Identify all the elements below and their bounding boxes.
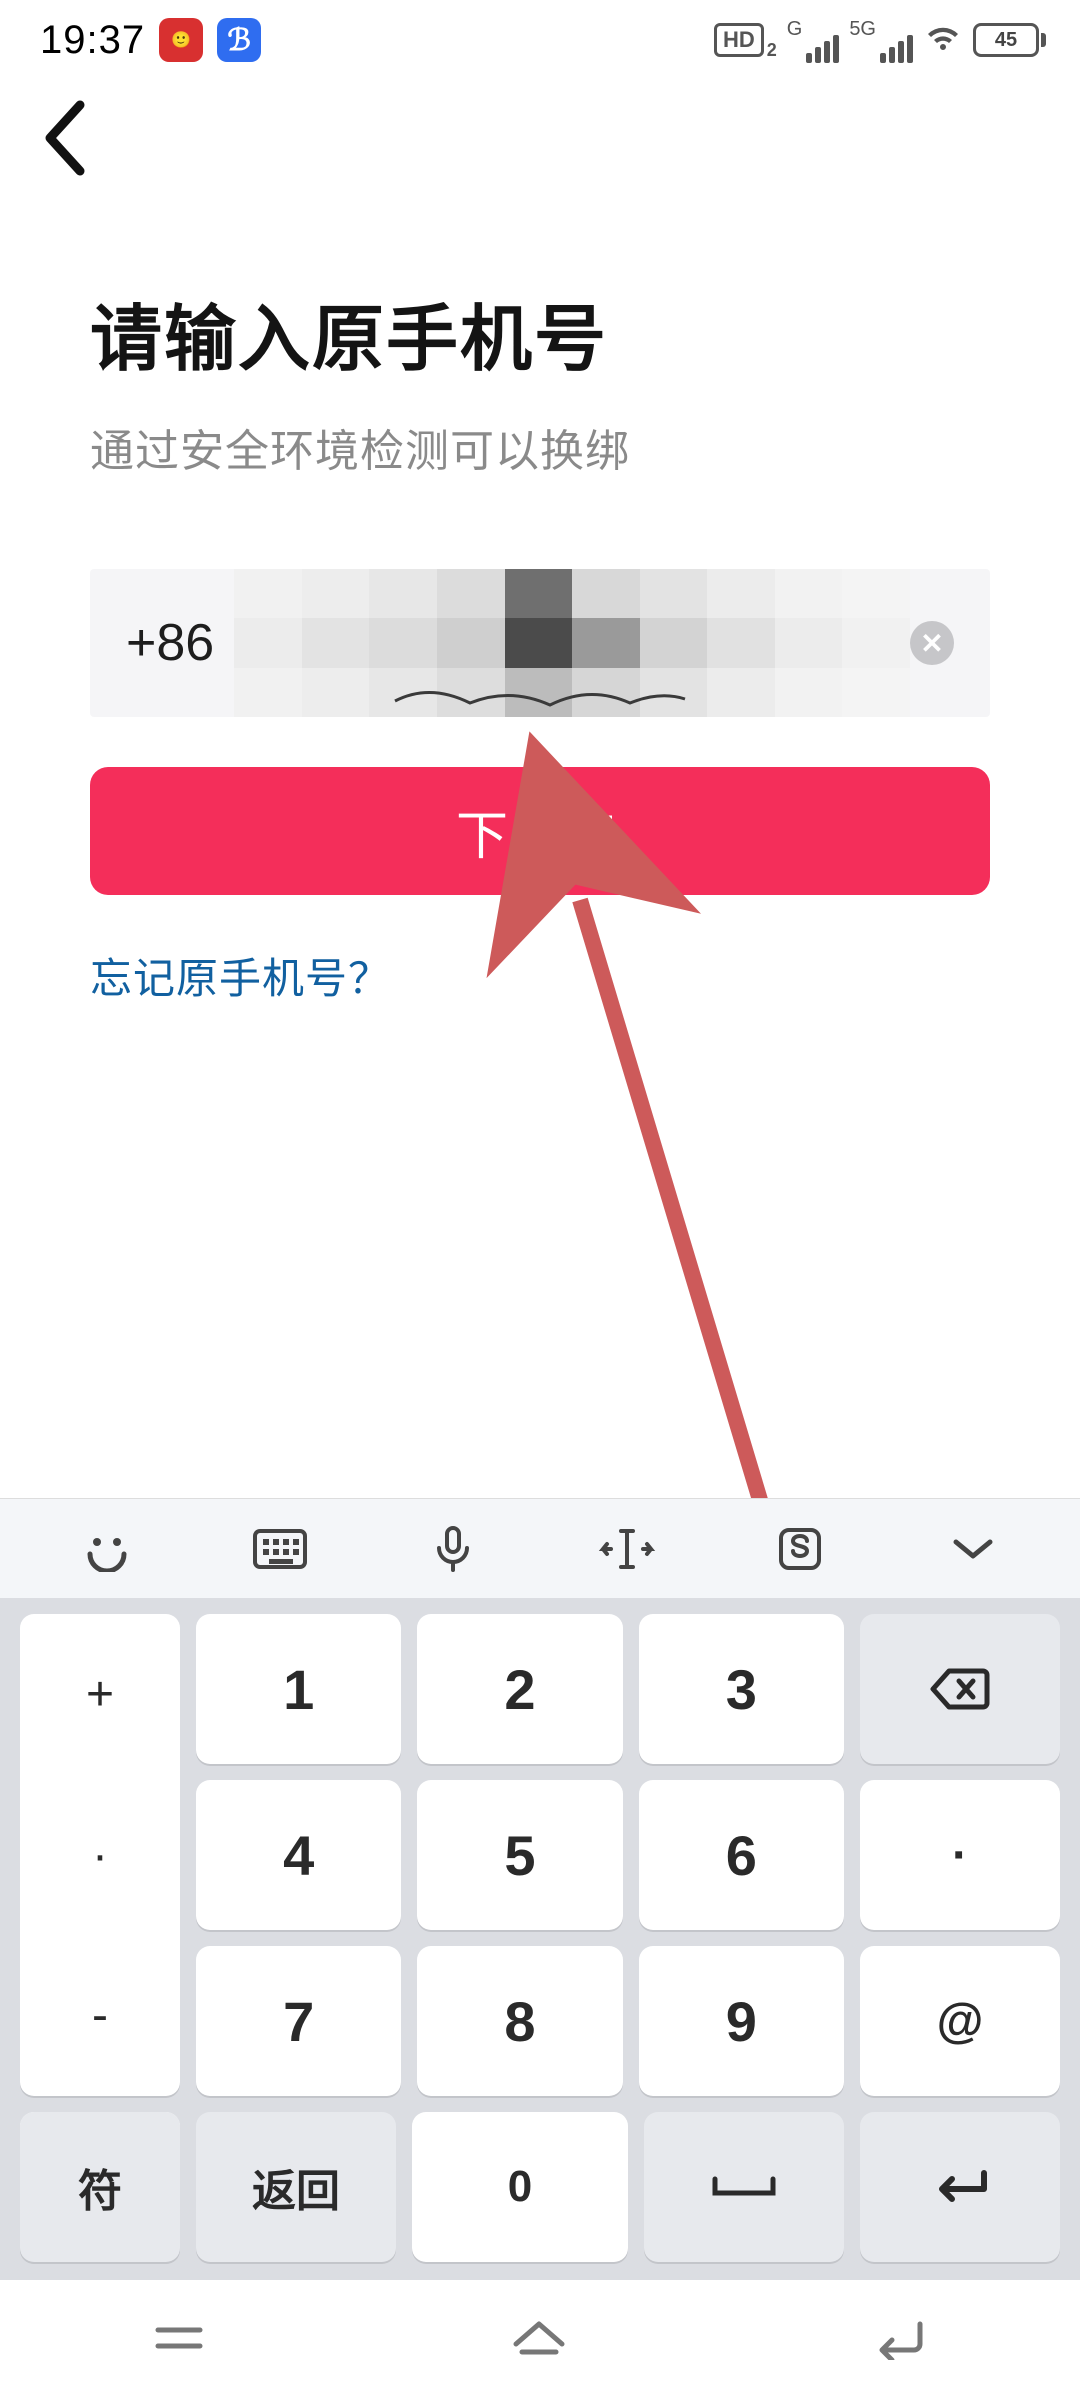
page-subtitle: 通过安全环境检测可以换绑 bbox=[90, 415, 990, 479]
status-right: HD 2 G 5G 45 bbox=[714, 18, 1046, 63]
next-button[interactable]: 下一步 bbox=[90, 767, 990, 895]
kb-key-back[interactable]: 返回 bbox=[196, 2112, 396, 2262]
kb-left-column: + · - bbox=[20, 1614, 180, 2096]
clear-icon[interactable]: ✕ bbox=[910, 621, 954, 665]
kb-keyboard-icon[interactable] bbox=[193, 1528, 366, 1570]
keyboard: + · - 1 2 3 · @ 4 5 6 7 8 9 ( 符 返回 0 bbox=[0, 1498, 1080, 2280]
phone-input[interactable]: +86 ✕ bbox=[90, 569, 990, 717]
battery-indicator: 45 bbox=[973, 23, 1046, 57]
page-title: 请输入原手机号 bbox=[90, 280, 990, 385]
kb-key-plus[interactable]: + bbox=[20, 1614, 180, 1775]
nav-back-icon[interactable] bbox=[870, 2316, 930, 2365]
kb-key-minus[interactable]: - bbox=[20, 1935, 180, 2096]
main-content: 请输入原手机号 通过安全环境检测可以换绑 +86 ✕ 下一步 忘记原手机号？ bbox=[0, 200, 1080, 1006]
kb-key-9[interactable]: 9 bbox=[639, 1946, 844, 2096]
clock: 19:37 bbox=[40, 18, 145, 63]
nav-bar bbox=[0, 2280, 1080, 2400]
scribble bbox=[390, 681, 690, 711]
forgot-link[interactable]: 忘记原手机号？ bbox=[90, 945, 990, 1006]
nav-home-icon[interactable] bbox=[508, 2316, 570, 2365]
app-icon-2: ℬ bbox=[217, 18, 261, 62]
kb-key-5[interactable]: 5 bbox=[417, 1780, 622, 1930]
kb-key-backspace[interactable] bbox=[860, 1614, 1060, 1764]
status-left: 19:37 🙂 ℬ bbox=[40, 18, 261, 63]
kb-right-column: · @ bbox=[860, 1614, 1060, 2096]
back-button[interactable] bbox=[40, 99, 86, 182]
kb-key-sym[interactable]: 符 bbox=[20, 2112, 180, 2262]
country-code[interactable]: +86 bbox=[126, 613, 214, 673]
kb-key-4[interactable]: 4 bbox=[196, 1780, 401, 1930]
signal-2: 5G bbox=[849, 18, 913, 63]
app-icon-1: 🙂 bbox=[159, 18, 203, 62]
topbar bbox=[0, 80, 1080, 200]
wifi-icon bbox=[923, 22, 963, 59]
keyboard-toolbar bbox=[0, 1498, 1080, 1598]
kb-collapse-icon[interactable] bbox=[887, 1534, 1060, 1564]
kb-key-enter[interactable] bbox=[860, 2112, 1060, 2262]
kb-key-1[interactable]: 1 bbox=[196, 1614, 401, 1764]
kb-mic-icon[interactable] bbox=[367, 1524, 540, 1574]
kb-key-space[interactable] bbox=[644, 2112, 844, 2262]
keyboard-bottom-row: 符 返回 0 bbox=[0, 2112, 1080, 2280]
kb-key-right-dot[interactable]: · bbox=[860, 1780, 1060, 1930]
signal-1: G bbox=[787, 18, 840, 63]
kb-key-dot[interactable]: · bbox=[20, 1775, 180, 1936]
kb-key-3[interactable]: 3 bbox=[639, 1614, 844, 1764]
kb-key-8[interactable]: 8 bbox=[417, 1946, 622, 2096]
kb-key-7[interactable]: 7 bbox=[196, 1946, 401, 2096]
kb-key-6[interactable]: 6 bbox=[639, 1780, 844, 1930]
kb-key-2[interactable]: 2 bbox=[417, 1614, 622, 1764]
kb-emoji-icon[interactable] bbox=[20, 1526, 193, 1572]
status-bar: 19:37 🙂 ℬ HD 2 G 5G 45 bbox=[0, 0, 1080, 80]
nav-menu-icon[interactable] bbox=[150, 2318, 208, 2363]
kb-sogou-icon[interactable] bbox=[713, 1526, 886, 1572]
kb-cursor-icon[interactable] bbox=[540, 1527, 713, 1571]
hd-indicator: HD 2 bbox=[714, 23, 777, 57]
keyboard-main: + · - 1 2 3 · @ 4 5 6 7 8 9 bbox=[0, 1598, 1080, 2112]
kb-key-0[interactable]: 0 bbox=[412, 2112, 628, 2262]
kb-key-at[interactable]: @ bbox=[860, 1946, 1060, 2096]
